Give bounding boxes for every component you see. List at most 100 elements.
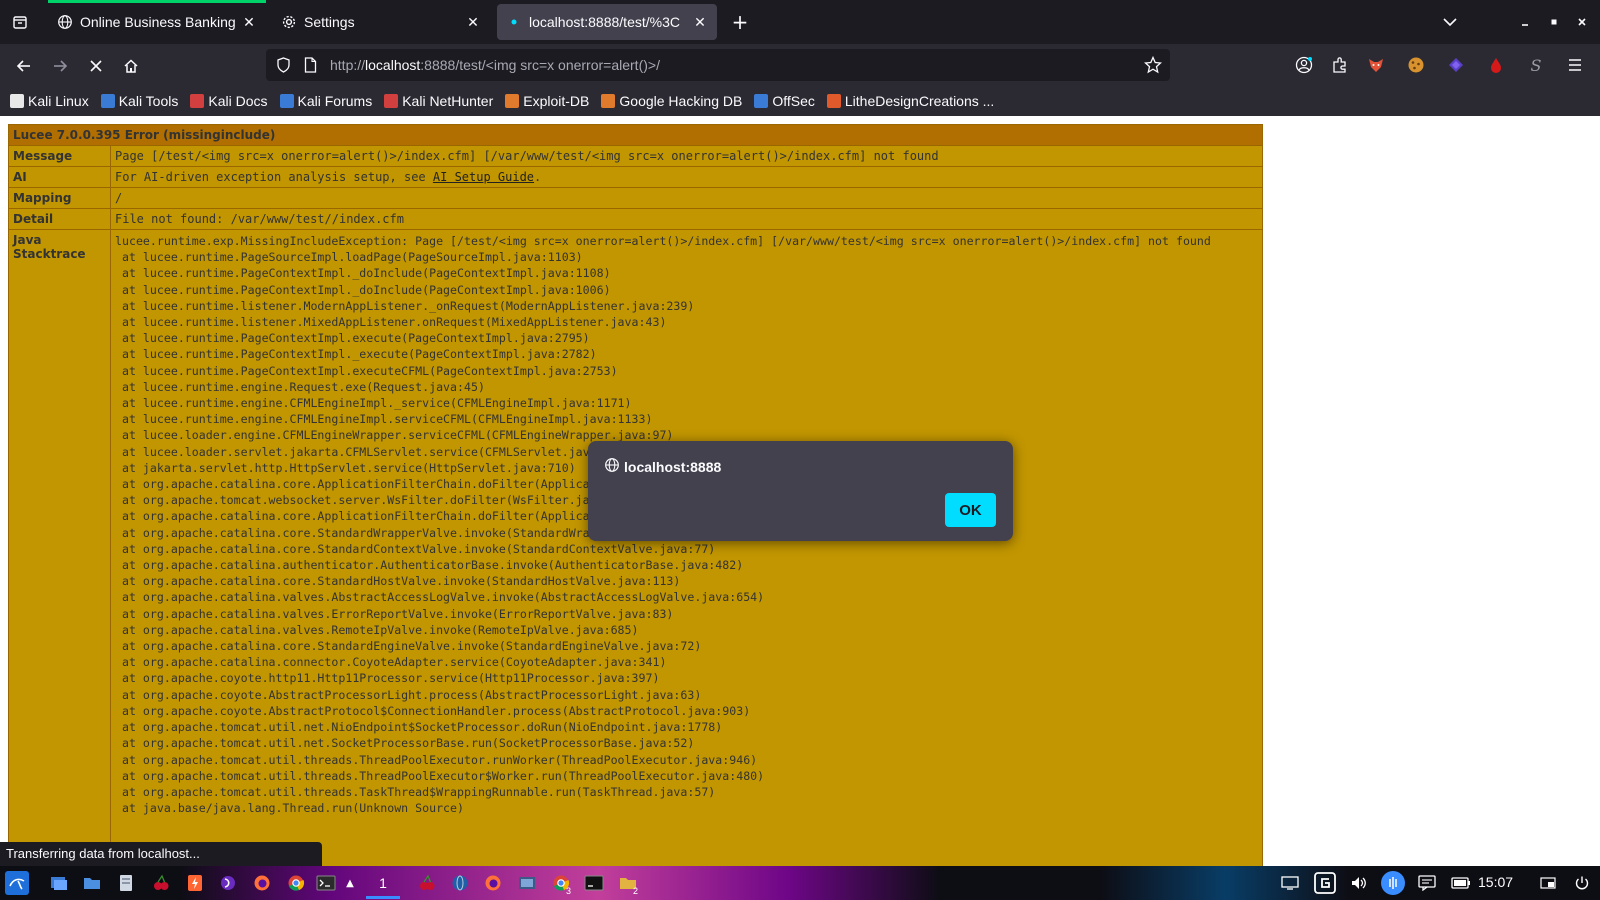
stacktrace-line: at org.apache.tomcat.util.threads.Thread… — [115, 768, 765, 783]
stacktrace-label: Java Stacktrace — [8, 229, 111, 866]
detail-value: File not found: /var/www/test//index.cfm — [110, 208, 1263, 230]
clock[interactable]: 15:07 — [1478, 874, 1513, 890]
back-icon[interactable] — [11, 53, 37, 79]
network-icon[interactable] — [1381, 871, 1405, 895]
bookmark-kali-forums[interactable]: Kali Forums — [279, 93, 372, 109]
text-editor-icon[interactable] — [114, 871, 138, 895]
minimize-icon[interactable] — [1513, 10, 1537, 34]
show-desktop-icon[interactable] — [47, 871, 71, 895]
foxyproxy-icon[interactable] — [1365, 54, 1387, 76]
tab-settings[interactable]: Settings ✕ — [272, 4, 490, 40]
stacktrace-line: at lucee.runtime.engine.CFMLEngineImpl._… — [115, 396, 632, 411]
bookmark-offsec[interactable]: OffSec — [754, 93, 815, 109]
app-tray-g-icon[interactable] — [1313, 871, 1337, 895]
dialog-title: localhost:8888 — [604, 457, 721, 476]
chrome-icon[interactable] — [284, 871, 308, 895]
tab-localhost[interactable]: localhost:8888/test/%3C ✕ — [497, 4, 717, 40]
terminal-icon[interactable] — [314, 871, 338, 895]
app-window-icon-globe[interactable] — [448, 871, 472, 895]
ai-setup-guide-link[interactable]: AI Setup Guide — [433, 170, 534, 184]
battery-icon[interactable] — [1449, 871, 1473, 895]
menu-icon[interactable] — [1564, 54, 1586, 76]
files-window-count: 2 — [633, 886, 639, 896]
maximize-icon[interactable] — [1542, 10, 1566, 34]
forward-icon[interactable] — [47, 53, 73, 79]
account-icon[interactable] — [1293, 54, 1315, 76]
stacktrace-line: at org.apache.catalina.valves.RemoteIpVa… — [115, 622, 639, 637]
loading-dot-icon — [505, 13, 523, 31]
file-manager-icon[interactable] — [80, 871, 104, 895]
tab-label: localhost:8888/test/%3C — [529, 14, 680, 30]
kali-menu-icon[interactable] — [5, 871, 29, 895]
url-host: localhost — [365, 57, 421, 73]
tab-label: Online Business Banking | — [80, 14, 240, 30]
power-icon[interactable] — [1570, 871, 1594, 895]
kali-forums-icon — [279, 94, 294, 108]
display-icon[interactable] — [1278, 871, 1302, 895]
wappalyzer-icon[interactable] — [1445, 54, 1467, 76]
mapping-label: Mapping — [8, 187, 111, 209]
cherrytree-window-icon[interactable] — [415, 871, 439, 895]
offsec-icon — [754, 94, 769, 108]
close-icon[interactable]: ✕ — [691, 13, 709, 31]
stacktrace-line: at lucee.runtime.PageContextImpl.execute… — [115, 363, 618, 378]
bookmark-kali-tools[interactable]: Kali Tools — [100, 93, 178, 109]
stacktrace-line: at org.apache.catalina.core.StandardEngi… — [115, 639, 702, 654]
firefox-window-icon[interactable] — [481, 871, 505, 895]
home-icon[interactable] — [118, 53, 144, 79]
ok-button[interactable]: OK — [945, 493, 996, 527]
s-extension-icon[interactable]: S — [1525, 54, 1547, 76]
bookmark-lithedesigncreations[interactable]: LitheDesignCreations ... — [826, 93, 994, 109]
chevron-up-icon[interactable]: ▲ — [338, 871, 362, 895]
stop-loading-icon[interactable] — [83, 53, 109, 79]
ghdb-icon — [601, 94, 616, 108]
volume-icon[interactable] — [1347, 871, 1371, 895]
terminal-window-icon[interactable] — [582, 871, 606, 895]
error-title: Lucee 7.0.0.395 Error (missinginclude) — [8, 124, 1263, 146]
url-scheme: http:// — [330, 57, 366, 73]
stacktrace-line: at org.apache.catalina.core.StandardCont… — [115, 541, 716, 556]
message-value: Page [/test/<img src=x onerror=alert()>/… — [110, 145, 1263, 167]
close-window-icon[interactable] — [1570, 10, 1594, 34]
tab-overview-icon[interactable] — [8, 10, 32, 34]
notifications-icon[interactable] — [1415, 871, 1439, 895]
stacktrace-line: at org.apache.tomcat.util.net.SocketProc… — [115, 736, 695, 751]
bookmark-google-hacking-db[interactable]: Google Hacking DB — [601, 93, 742, 109]
stacktrace-line: at org.apache.tomcat.util.net.NioEndpoin… — [115, 720, 723, 735]
firefox-icon[interactable] — [250, 871, 274, 895]
stacktrace-line: at lucee.runtime.engine.CFMLEngineImpl.s… — [115, 412, 653, 427]
bookmark-kali-docs[interactable]: Kali Docs — [190, 93, 268, 109]
new-tab-icon[interactable]: + — [728, 10, 752, 34]
ai-label: AI — [8, 166, 111, 188]
app-window-icon-monitor[interactable] — [515, 871, 539, 895]
stacktrace-value: lucee.runtime.exp.MissingIncludeExceptio… — [110, 229, 1263, 866]
bookmark-kali-linux[interactable]: Kali Linux — [10, 93, 89, 109]
workspace-switcher[interactable]: 1 — [371, 871, 395, 895]
stacktrace-line: at lucee.runtime.PageSourceImpl.loadPage… — [115, 250, 583, 265]
bookmark-kali-nethunter[interactable]: Kali NetHunter — [384, 93, 493, 109]
burpsuite-icon[interactable] — [183, 871, 207, 895]
stacktrace-line: at org.apache.coyote.http11.Http11Proces… — [115, 671, 660, 686]
close-icon[interactable]: ✕ — [464, 13, 482, 31]
tracking-shield-icon[interactable] — [276, 57, 294, 73]
dialog-origin: localhost:8888 — [624, 458, 722, 475]
stacktrace-line: at org.apache.catalina.valves.ErrorRepor… — [115, 606, 674, 621]
workspace-overview-icon[interactable] — [1536, 871, 1560, 895]
close-icon[interactable]: ✕ — [240, 13, 258, 31]
nethunter-icon — [384, 94, 399, 108]
hacktools-icon[interactable] — [1485, 54, 1507, 76]
cookie-editor-icon[interactable] — [1405, 54, 1427, 76]
stacktrace-line: at org.apache.tomcat.util.threads.TaskTh… — [115, 784, 716, 799]
url-bar[interactable]: http://localhost:8888/test/<img src=x on… — [266, 49, 1170, 81]
cherrytree-icon[interactable] — [149, 871, 173, 895]
stacktrace-line: at org.apache.catalina.authenticator.Aut… — [115, 558, 744, 573]
extensions-icon[interactable] — [1329, 54, 1351, 76]
bookmark-star-icon[interactable] — [1144, 56, 1162, 74]
app-icon-purple[interactable] — [216, 871, 240, 895]
ai-text: For AI-driven exception analysis setup, … — [115, 170, 433, 184]
list-all-tabs-icon[interactable] — [1438, 10, 1462, 34]
tab-online-banking[interactable]: Online Business Banking | ✕ — [48, 4, 266, 40]
bookmark-exploit-db[interactable]: Exploit-DB — [505, 93, 589, 109]
kali-tools-icon — [100, 94, 115, 108]
page-info-icon[interactable] — [304, 57, 322, 73]
